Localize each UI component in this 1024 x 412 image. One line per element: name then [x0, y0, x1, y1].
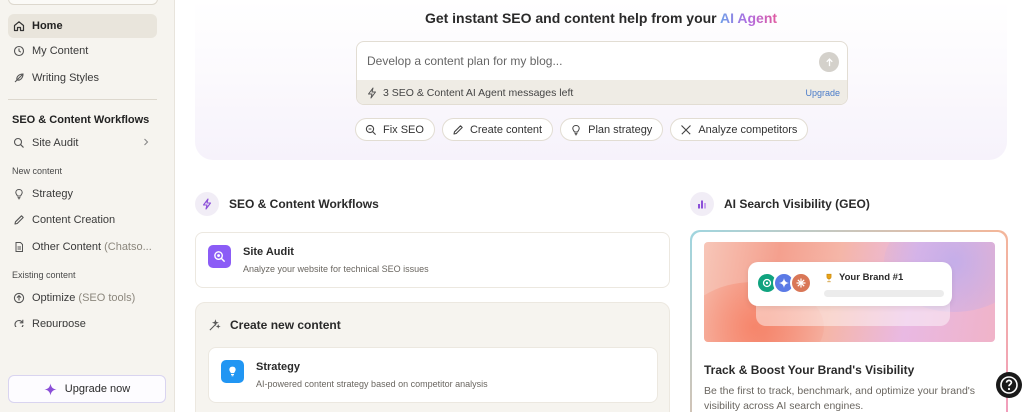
- chip-plan-strategy[interactable]: Plan strategy: [560, 118, 664, 141]
- section-title: Create new content: [230, 318, 341, 332]
- strategy-card[interactable]: Strategy AI-powered content strategy bas…: [208, 347, 658, 403]
- section-title: AI Search Visibility (GEO): [724, 197, 870, 211]
- sidebar-item-label: Optimize: [32, 292, 76, 304]
- sidebar-item-optimize[interactable]: Optimize (SEO tools): [8, 286, 157, 310]
- sidebar-item-label: Writing Styles: [32, 72, 100, 84]
- upgrade-link[interactable]: Upgrade: [805, 88, 840, 98]
- sidebar-item-note: (Chatso...: [104, 241, 152, 253]
- sidebar-item-label: Content Creation: [32, 214, 116, 226]
- sidebar-workflows-heading: SEO & Content Workflows: [12, 114, 150, 126]
- sidebar-item-label: Repurpose: [32, 318, 86, 327]
- claude-logo-icon: [790, 272, 812, 294]
- workflows-section-heading: SEO & Content Workflows: [195, 192, 379, 216]
- brand-rank-label: Your Brand #1: [824, 272, 903, 283]
- geo-card-description: Be the first to track, benchmark, and op…: [704, 385, 976, 412]
- sidebar-top-box[interactable]: [8, 0, 158, 5]
- chip-label: Create content: [469, 123, 543, 136]
- card-title: Site Audit: [243, 246, 294, 258]
- brand-rank-text: Your Brand #1: [839, 272, 904, 283]
- sidebar-item-site-audit[interactable]: Site Audit: [8, 131, 157, 155]
- sidebar-item-label: Home: [32, 20, 63, 32]
- agent-prompt-input[interactable]: [357, 42, 847, 80]
- geo-card-title: Track & Boost Your Brand's Visibility: [704, 363, 915, 377]
- sidebar-divider: [8, 99, 157, 100]
- search-zoom-icon: [365, 124, 376, 135]
- sidebar-new-content-heading: New content: [12, 166, 63, 176]
- magic-wand-icon: [209, 318, 221, 331]
- chip-create-content[interactable]: Create content: [441, 118, 554, 141]
- card-description: Analyze your website for technical SEO i…: [243, 264, 429, 274]
- sidebar-item-label: Other Content: [32, 241, 102, 253]
- geo-card-inner: Your Brand #1 Track & Boost Your Brand's…: [692, 232, 1006, 412]
- messages-left-bar: 3 SEO & Content AI Agent messages left U…: [357, 80, 847, 104]
- agent-prompt-box: 3 SEO & Content AI Agent messages left U…: [356, 41, 848, 105]
- search-zoom-icon: [13, 137, 25, 149]
- strategy-icon-tile: [221, 360, 244, 383]
- card-title: Strategy: [256, 361, 301, 373]
- home-icon: [13, 20, 25, 32]
- suggestion-chips: Fix SEO Create content Plan strategy Ana…: [355, 118, 809, 141]
- lightning-icon: [368, 87, 376, 99]
- brand-rank-card: Your Brand #1: [748, 262, 952, 306]
- trophy-icon: [826, 273, 832, 282]
- chip-label: Fix SEO: [383, 123, 424, 136]
- chip-fix-seo[interactable]: Fix SEO: [355, 118, 435, 141]
- lightning-icon: [202, 198, 212, 210]
- sidebar-item-label: My Content: [32, 45, 89, 57]
- sidebar-item-label: Site Audit: [32, 137, 79, 149]
- sidebar-item-note: (SEO tools): [78, 292, 136, 304]
- document-icon: [13, 241, 25, 253]
- sidebar: Home My Content Writing Styles SEO & Con…: [0, 0, 175, 412]
- brand-rank-bar: [824, 290, 944, 297]
- hero-title-highlight: AI Agent: [720, 10, 778, 26]
- hero-title-text: Get instant SEO and content help from yo…: [424, 10, 717, 26]
- geo-illustration: Your Brand #1: [704, 242, 995, 342]
- hero-title: Get instant SEO and content help from yo…: [195, 10, 1007, 26]
- lightning-badge: [195, 192, 219, 216]
- agent-hero: Get instant SEO and content help from yo…: [195, 0, 1007, 160]
- sidebar-item-writing-styles[interactable]: Writing Styles: [8, 66, 157, 90]
- sidebar-item-label: Strategy: [32, 188, 73, 200]
- swords-icon: [681, 124, 692, 135]
- upgrade-now-label: Upgrade now: [64, 383, 131, 395]
- sidebar-existing-content-heading: Existing content: [12, 270, 76, 280]
- arrow-up-circle-icon: [13, 292, 25, 304]
- chip-label: Plan strategy: [588, 123, 653, 136]
- refresh-icon: [13, 318, 25, 327]
- chevron-right-icon: [144, 138, 149, 146]
- send-button[interactable]: [819, 52, 839, 72]
- create-content-heading: Create new content: [208, 318, 341, 332]
- arrow-up-icon: [825, 57, 833, 66]
- create-new-content-group: Create new content Strategy AI-powered c…: [195, 302, 670, 412]
- section-title: SEO & Content Workflows: [229, 197, 379, 211]
- bar-chart-icon: [698, 200, 706, 209]
- chip-label: Analyze competitors: [698, 123, 798, 136]
- chip-analyze-competitors[interactable]: Analyze competitors: [670, 118, 809, 141]
- feather-icon: [13, 72, 25, 84]
- lightbulb-icon: [13, 188, 25, 200]
- messages-left-text: 3 SEO & Content AI Agent messages left: [383, 87, 574, 99]
- site-audit-card[interactable]: Site Audit Analyze your website for tech…: [195, 232, 670, 288]
- card-description: AI-powered content strategy based on com…: [256, 379, 488, 389]
- search-zoom-icon: [214, 251, 226, 263]
- geo-section-heading: AI Search Visibility (GEO): [690, 192, 870, 216]
- help-button[interactable]: [996, 372, 1022, 398]
- pencil-icon: [453, 124, 463, 135]
- sidebar-item-content-creation[interactable]: Content Creation: [8, 208, 157, 232]
- pencil-icon: [13, 214, 25, 226]
- site-audit-icon-tile: [208, 245, 231, 268]
- sparkle-icon: [44, 382, 57, 396]
- sidebar-item-repurpose[interactable]: Repurpose: [8, 313, 157, 327]
- sidebar-item-my-content[interactable]: My Content: [8, 39, 157, 63]
- lightbulb-icon: [572, 124, 580, 135]
- sidebar-item-home[interactable]: Home: [8, 14, 157, 38]
- geo-card[interactable]: Your Brand #1 Track & Boost Your Brand's…: [690, 230, 1008, 412]
- sidebar-item-strategy[interactable]: Strategy: [8, 182, 157, 206]
- chart-badge: [690, 192, 714, 216]
- history-icon: [13, 45, 25, 57]
- sidebar-item-other-content[interactable]: Other Content (Chatso...: [8, 235, 157, 259]
- question-icon: [1000, 376, 1018, 394]
- upgrade-now-button[interactable]: Upgrade now: [8, 375, 166, 403]
- lightbulb-icon: [229, 366, 236, 377]
